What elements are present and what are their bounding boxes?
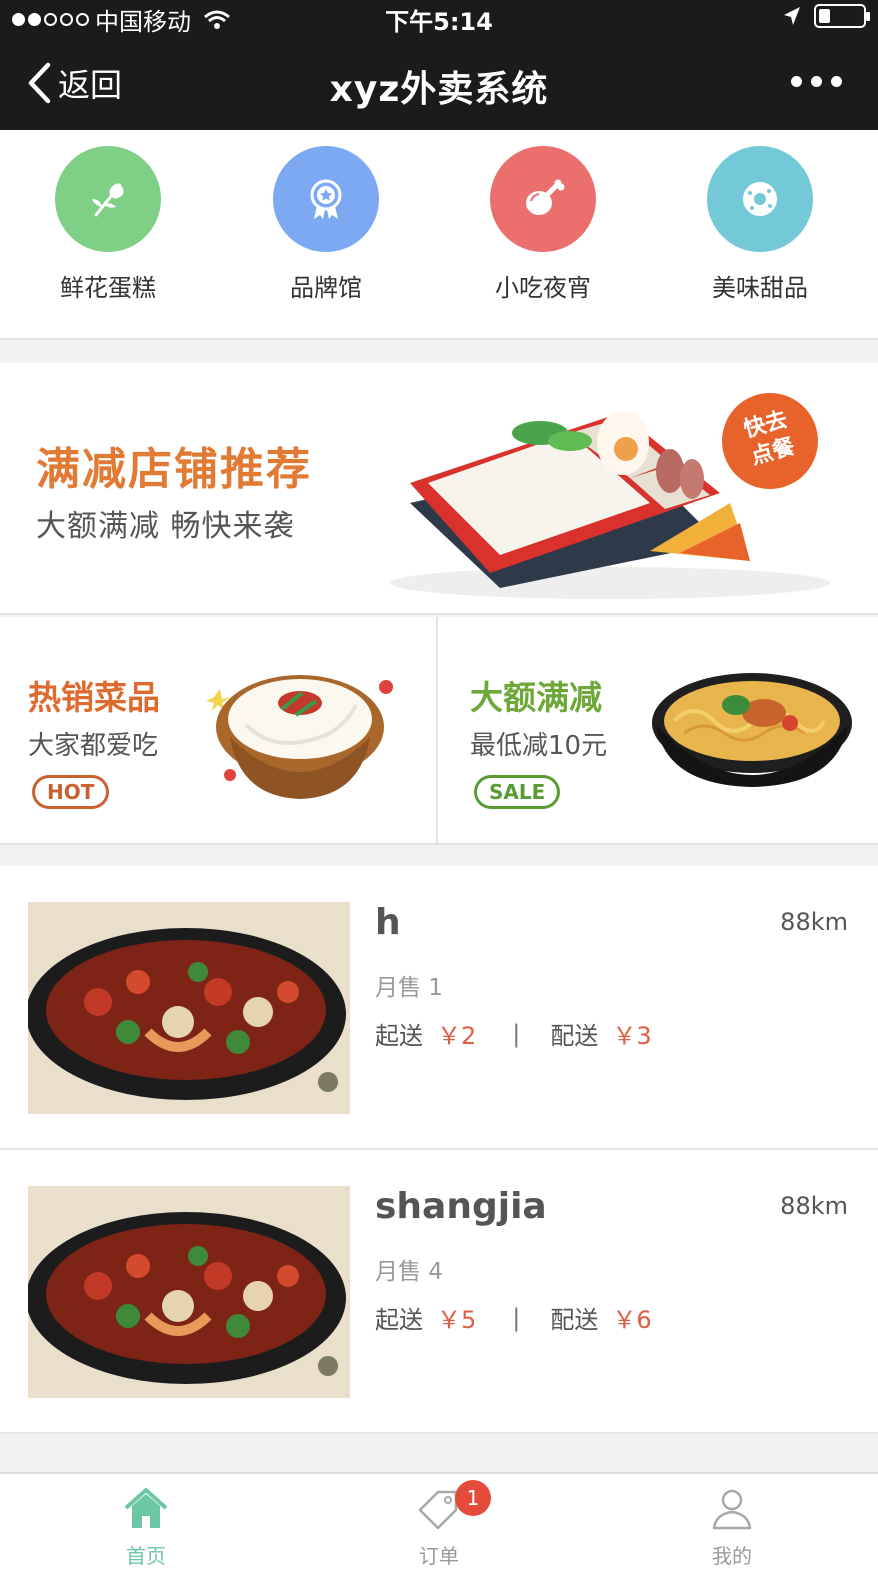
shop-monthly-sales: 月售 4 <box>375 1259 443 1285</box>
promo-tiles: 热销菜品 大家都爱吃 HOT 大额满减 最低减10元 SALE <box>0 617 878 845</box>
banner-subline: 大额满减 畅快来袭 <box>36 509 295 544</box>
award-badge-icon <box>310 179 342 219</box>
category-label: 小吃夜宵 <box>495 274 591 302</box>
hot-tag: HOT <box>32 775 110 809</box>
banner-headline: 满减店铺推荐 <box>36 444 312 495</box>
category-snacks-night[interactable]: 小吃夜宵 <box>463 146 623 303</box>
sale-tag: SALE <box>474 775 561 809</box>
promo-title: 热销菜品 <box>28 678 160 717</box>
tab-orders[interactable]: 1 订单 <box>293 1474 585 1592</box>
category-circle <box>273 146 379 252</box>
shop-image <box>28 902 350 1114</box>
noodle-bowl-illustration <box>206 675 393 799</box>
shop-list: h 88km 月售 1 起送 ￥2 | 配送 ￥3 shangjia 88km … <box>0 866 878 1434</box>
category-grid: 鲜花蛋糕 品牌馆 小吃夜宵 美味甜品 <box>0 130 878 340</box>
category-circle <box>55 146 161 252</box>
min-order-price: ￥2 <box>437 1022 477 1050</box>
shop-image <box>28 1186 350 1398</box>
shop-list-item[interactable]: shangjia 88km 月售 4 起送 ￥5 | 配送 ￥6 <box>0 1150 878 1434</box>
fee-separator: | <box>512 1303 521 1332</box>
shop-name: h <box>375 902 401 943</box>
nav-bar: 返回 xyz外卖系统 <box>0 40 878 130</box>
tab-label: 首页 <box>126 1544 166 1568</box>
donut-icon <box>743 182 777 216</box>
tab-profile[interactable]: 我的 <box>586 1474 878 1592</box>
delivery-fee-label: 配送 <box>550 1022 599 1050</box>
delivery-fee-label: 配送 <box>550 1306 599 1334</box>
user-icon <box>712 1489 752 1530</box>
status-bar: 中国移动 下午5:14 <box>0 0 878 36</box>
shop-name: shangjia <box>375 1186 547 1227</box>
tab-label: 我的 <box>712 1544 752 1568</box>
tab-label: 订单 <box>419 1544 459 1568</box>
promo-banner[interactable]: 满减店铺推荐 大额满减 畅快来袭 快去 点餐 <box>0 363 878 615</box>
order-count-badge: 1 <box>455 1480 491 1516</box>
drumstick-icon <box>526 179 565 215</box>
shop-list-item[interactable]: h 88km 月售 1 起送 ￥2 | 配送 ￥3 <box>0 866 878 1150</box>
ramen-bowl-illustration <box>652 673 852 787</box>
shop-distance: 88km <box>780 1192 848 1220</box>
min-order-label: 起送 <box>375 1306 423 1334</box>
location-arrow-icon <box>784 7 800 25</box>
promo-hot-dishes[interactable]: 热销菜品 大家都爱吃 HOT <box>0 617 438 843</box>
more-menu-icon[interactable] <box>791 76 842 87</box>
category-label: 鲜花蛋糕 <box>60 274 156 302</box>
page-title: xyz外卖系统 <box>329 69 549 110</box>
promo-title: 大额满减 <box>470 678 602 717</box>
shop-fees: 起送 ￥2 | 配送 ￥3 <box>375 1016 652 1051</box>
delivery-fee-price: ￥3 <box>612 1022 652 1050</box>
bottom-tab-bar: 首页 1 订单 我的 <box>0 1472 878 1592</box>
shop-fees: 起送 ￥5 | 配送 ￥6 <box>375 1300 652 1335</box>
delivery-fee-price: ￥6 <box>612 1306 652 1334</box>
flower-icon <box>92 183 124 217</box>
category-label: 品牌馆 <box>290 274 362 302</box>
category-circle <box>490 146 596 252</box>
status-time: 下午5:14 <box>385 8 493 36</box>
min-order-price: ￥5 <box>437 1306 477 1334</box>
category-brand-hall[interactable]: 品牌馆 <box>246 146 406 303</box>
promo-desc: 大家都爱吃 <box>28 731 159 761</box>
shop-distance: 88km <box>780 908 848 936</box>
top-bar: 中国移动 下午5:14 返回 xyz外卖系统 <box>0 0 878 130</box>
min-order-label: 起送 <box>375 1022 423 1050</box>
promo-desc: 最低减10元 <box>470 731 608 761</box>
category-flowers-cakes[interactable]: 鲜花蛋糕 <box>28 146 188 303</box>
battery-icon <box>814 4 870 28</box>
category-desserts[interactable]: 美味甜品 <box>680 146 840 303</box>
home-icon <box>124 1488 168 1528</box>
tab-home[interactable]: 首页 <box>0 1474 292 1592</box>
promo-big-discount[interactable]: 大额满减 最低减10元 SALE <box>440 617 878 843</box>
category-label: 美味甜品 <box>712 274 808 302</box>
fee-separator: | <box>512 1019 521 1048</box>
shop-monthly-sales: 月售 1 <box>375 975 443 1001</box>
category-circle <box>707 146 813 252</box>
